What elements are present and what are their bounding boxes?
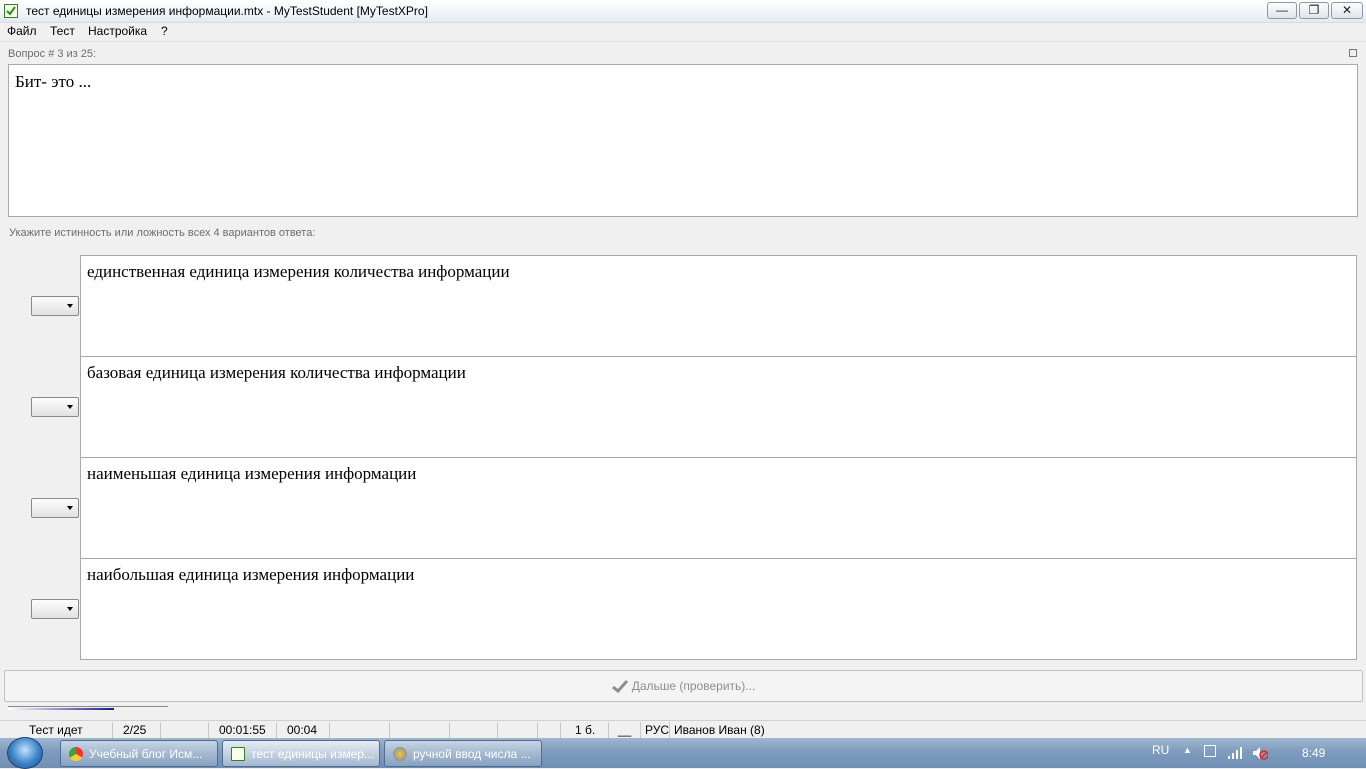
menu-test[interactable]: Тест bbox=[50, 24, 75, 38]
close-icon: ✕ bbox=[1341, 3, 1353, 17]
instruction-label: Укажите истинность или ложность всех 4 в… bbox=[9, 227, 316, 239]
chrome-icon bbox=[69, 747, 83, 761]
status-question-time: 00:04 bbox=[287, 723, 318, 737]
restore-icon: ❐ bbox=[1308, 3, 1320, 17]
chevron-down-icon bbox=[67, 506, 73, 510]
taskbar-item-app[interactable]: ручной ввод числа ... bbox=[384, 740, 542, 767]
status-bar: Тест идет 2/25 00:01:55 00:04 1 б. __ РУ… bbox=[0, 720, 1366, 739]
restore-button[interactable]: ❐ bbox=[1299, 2, 1329, 19]
taskbar-item-mytest[interactable]: тест единицы измер... bbox=[222, 740, 380, 767]
status-blank: __ bbox=[618, 723, 632, 737]
answer-2: базовая единица измерения количества инф… bbox=[80, 356, 1357, 458]
minimize-icon: — bbox=[1276, 3, 1288, 17]
tray-show-hidden-icon[interactable]: ▲ bbox=[1183, 745, 1192, 755]
next-check-button[interactable]: Дальше (проверить)... bbox=[4, 670, 1363, 702]
status-state: Тест идет bbox=[29, 723, 83, 737]
answer-4: наибольшая единица измерения информации bbox=[80, 558, 1357, 660]
status-user: Иванов Иван (8) bbox=[674, 723, 765, 737]
answer-4-text: наибольшая единица измерения информации bbox=[87, 565, 415, 584]
start-button[interactable] bbox=[7, 737, 43, 769]
status-score: 1 б. bbox=[575, 723, 596, 737]
status-elapsed: 00:01:55 bbox=[219, 723, 266, 737]
title-bar: тест единицы измерения информации.mtx - … bbox=[0, 0, 1366, 23]
answer-1: единственная единица измерения количеств… bbox=[80, 255, 1357, 357]
chevron-down-icon bbox=[67, 405, 73, 409]
power-icon[interactable] bbox=[1204, 745, 1216, 757]
answer-3: наименьшая единица измерения информации bbox=[80, 457, 1357, 559]
status-lang: РУС bbox=[645, 723, 670, 737]
time-progress-bar bbox=[8, 706, 168, 711]
minimize-button[interactable]: — bbox=[1267, 2, 1297, 19]
taskbar-item-browser[interactable]: Учебный блог Исм... bbox=[60, 740, 218, 767]
app-icon bbox=[393, 747, 407, 761]
taskbar-item-label: ручной ввод числа ... bbox=[413, 747, 531, 761]
taskbar: Учебный блог Исм... тест единицы измер..… bbox=[0, 737, 1366, 769]
answer-4-select[interactable] bbox=[31, 599, 79, 619]
menu-bar: Файл Тест Настройка ? bbox=[0, 23, 1366, 42]
chevron-down-icon bbox=[67, 304, 73, 308]
answer-2-select[interactable] bbox=[31, 397, 79, 417]
window-title: тест единицы измерения информации.mtx - … bbox=[26, 4, 428, 18]
clock[interactable]: 8:49 bbox=[1302, 746, 1325, 760]
taskbar-item-label: тест единицы измер... bbox=[251, 747, 374, 761]
network-icon[interactable] bbox=[1228, 747, 1244, 762]
menu-file[interactable]: Файл bbox=[7, 24, 37, 38]
question-text: Бит- это ... bbox=[15, 72, 92, 91]
answer-1-select[interactable] bbox=[31, 296, 79, 316]
answer-3-text: наименьшая единица измерения информации bbox=[87, 464, 417, 483]
menu-help[interactable]: ? bbox=[161, 24, 168, 38]
check-icon bbox=[611, 680, 628, 694]
answer-3-select[interactable] bbox=[31, 498, 79, 518]
question-counter: Вопрос # 3 из 25: bbox=[8, 48, 97, 60]
chevron-down-icon bbox=[67, 607, 73, 611]
taskbar-item-label: Учебный блог Исм... bbox=[89, 747, 203, 761]
menu-settings[interactable]: Настройка bbox=[88, 24, 147, 38]
answer-2-text: базовая единица измерения количества инф… bbox=[87, 363, 466, 382]
expand-icon[interactable] bbox=[1349, 49, 1357, 57]
app-check-icon bbox=[4, 4, 18, 18]
close-button[interactable]: ✕ bbox=[1331, 2, 1363, 19]
mytest-icon bbox=[231, 747, 245, 761]
volume-muted-icon[interactable] bbox=[1252, 746, 1269, 763]
status-position: 2/25 bbox=[123, 723, 147, 737]
question-panel: Бит- это ... bbox=[8, 64, 1358, 217]
answer-1-text: единственная единица измерения количеств… bbox=[87, 262, 510, 281]
next-button-label: Дальше (проверить)... bbox=[631, 679, 756, 693]
tray-language[interactable]: RU bbox=[1152, 743, 1169, 757]
